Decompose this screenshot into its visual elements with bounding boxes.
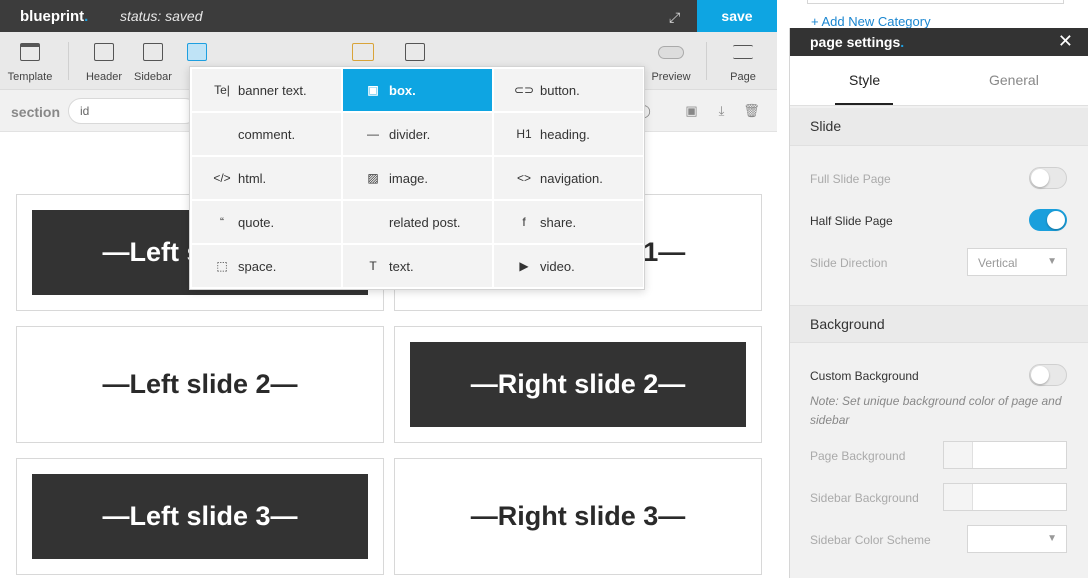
menu-item-quote[interactable]: “quote. bbox=[192, 201, 341, 243]
page-button[interactable]: Page bbox=[726, 32, 760, 90]
right-slide-2[interactable]: —Right slide 2— bbox=[394, 326, 762, 443]
chevron-down-icon: ▼ bbox=[1047, 533, 1057, 544]
duplicate-icon[interactable]: ▣ bbox=[684, 103, 699, 118]
menu-item-heading[interactable]: H1 heading. bbox=[494, 113, 643, 155]
header-icon bbox=[94, 43, 114, 61]
facebook-icon: f bbox=[522, 215, 526, 229]
menu-item-banner-text[interactable]: Te| banner text. bbox=[192, 69, 341, 111]
page-label: Page bbox=[730, 71, 756, 83]
footer-icon bbox=[187, 43, 207, 61]
button-icon: ⊂⊃ bbox=[513, 83, 535, 97]
sidebar-background-label: Sidebar Background bbox=[810, 491, 919, 505]
quote-icon: “ bbox=[220, 215, 224, 229]
slide-direction-select[interactable]: Vertical ▼ bbox=[967, 248, 1067, 276]
sidebar-icon bbox=[143, 43, 163, 61]
left-slide-3[interactable]: —Left slide 3— bbox=[16, 458, 384, 575]
slide-direction-label: Slide Direction bbox=[810, 256, 888, 270]
divider-icon: — bbox=[367, 127, 379, 141]
panel-tabs: Style General bbox=[790, 56, 1088, 106]
layout-icon bbox=[352, 43, 374, 61]
preview-label: Preview bbox=[651, 71, 691, 83]
element-menu: Te| banner text. ▣ box. ⊂⊃ button. comment.… bbox=[189, 66, 645, 290]
menu-item-space[interactable]: ⬚ space. bbox=[192, 245, 341, 287]
half-slide-label: Half Slide Page bbox=[810, 214, 893, 228]
tab-general[interactable]: General bbox=[989, 72, 1039, 88]
slide-block: —Left slide 3— bbox=[32, 474, 368, 559]
expand-icon[interactable]: ⤢ bbox=[669, 9, 680, 26]
slide-group-header: Slide bbox=[790, 108, 1088, 146]
background-note: Note: Set unique background color of pag… bbox=[810, 394, 1062, 427]
trash-icon[interactable]: 🗑 bbox=[743, 103, 760, 118]
menu-item-comment[interactable]: comment. bbox=[192, 113, 341, 155]
top-bar: blueprint. status: saved ⤢ bbox=[0, 0, 777, 32]
code-icon: </> bbox=[213, 171, 231, 185]
panel-title: page settings. bbox=[810, 34, 905, 50]
half-slide-toggle[interactable] bbox=[1029, 209, 1067, 231]
sliders-icon bbox=[733, 45, 753, 59]
template-icon bbox=[20, 43, 40, 61]
template-button[interactable]: Template bbox=[6, 32, 54, 90]
slide-block: —Right slide 2— bbox=[410, 342, 746, 427]
close-icon[interactable]: ✕ bbox=[1058, 31, 1073, 52]
menu-item-video[interactable]: ▶ video. bbox=[494, 245, 643, 287]
menu-item-box[interactable]: ▣ box. bbox=[343, 69, 492, 111]
menu-item-text[interactable]: Ttext. bbox=[343, 245, 492, 287]
toolbar-divider bbox=[68, 42, 69, 80]
box-icon: ▣ bbox=[367, 83, 379, 97]
sidebar-background-color[interactable] bbox=[943, 483, 1067, 511]
custom-background-toggle[interactable] bbox=[1029, 364, 1067, 386]
move-down-icon[interactable]: ⤓ bbox=[714, 103, 729, 118]
menu-item-share[interactable]: f share. bbox=[494, 201, 643, 243]
sidebar-color-scheme-select[interactable]: ▼ bbox=[967, 525, 1067, 553]
space-icon: ⬚ bbox=[216, 259, 228, 273]
custom-background-label: Custom Background bbox=[810, 369, 919, 383]
template-label: Template bbox=[7, 71, 53, 83]
menu-item-divider[interactable]: — divider. bbox=[343, 113, 492, 155]
preview-button[interactable]: Preview bbox=[651, 32, 691, 90]
save-status: status: saved bbox=[120, 8, 203, 24]
left-slide-2[interactable]: —Left slide 2— bbox=[16, 326, 384, 443]
text-box-icon bbox=[405, 43, 425, 61]
heading-icon: H1 bbox=[516, 127, 532, 141]
panel-header: page settings. ✕ bbox=[790, 28, 1088, 56]
header-button[interactable]: Header bbox=[84, 32, 124, 90]
sidebar-label: Sidebar bbox=[134, 71, 172, 83]
toggle-icon bbox=[658, 46, 684, 59]
slide-block: —Left slide 2— bbox=[102, 369, 298, 399]
tab-style[interactable]: Style bbox=[849, 72, 880, 88]
add-category-link[interactable]: + Add New Category bbox=[811, 14, 931, 29]
section-label: section bbox=[11, 104, 61, 120]
page-settings-panel: page settings. ✕ Style General Slide Ful… bbox=[789, 28, 1088, 578]
sidebar-color-scheme-label: Sidebar Color Scheme bbox=[810, 533, 931, 547]
full-slide-toggle[interactable] bbox=[1029, 167, 1067, 189]
sidebar-button[interactable]: Sidebar bbox=[133, 32, 173, 90]
background-group-header: Background bbox=[790, 305, 1088, 343]
play-icon: ▶ bbox=[519, 259, 529, 273]
text-icon: T bbox=[369, 259, 377, 273]
chevron-down-icon: ▼ bbox=[1047, 256, 1057, 267]
brand-logo: blueprint. bbox=[20, 8, 89, 25]
full-slide-label: Full Slide Page bbox=[810, 172, 891, 186]
slide-block: —Right slide 3— bbox=[470, 501, 686, 531]
menu-item-image[interactable]: ▨ image. bbox=[343, 157, 492, 199]
navigation-icon: <> bbox=[516, 171, 531, 185]
category-box bbox=[807, 0, 1064, 4]
header-label: Header bbox=[85, 71, 123, 83]
save-button[interactable]: save bbox=[697, 0, 777, 32]
menu-item-button[interactable]: ⊂⊃ button. bbox=[494, 69, 643, 111]
toolbar-divider bbox=[706, 42, 707, 80]
active-tab-indicator bbox=[835, 103, 893, 105]
page-background-label: Page Background bbox=[810, 449, 906, 463]
menu-item-navigation[interactable]: <> navigation. bbox=[494, 157, 643, 199]
banner-text-icon: Te| bbox=[214, 83, 230, 97]
right-slide-3[interactable]: —Right slide 3— bbox=[394, 458, 762, 575]
menu-item-related-post[interactable]: related post. bbox=[343, 201, 492, 243]
section-id-input[interactable]: id bbox=[68, 98, 198, 124]
image-icon: ▨ bbox=[367, 171, 379, 185]
page-background-color[interactable] bbox=[943, 441, 1067, 469]
menu-item-html[interactable]: </> html. bbox=[192, 157, 341, 199]
